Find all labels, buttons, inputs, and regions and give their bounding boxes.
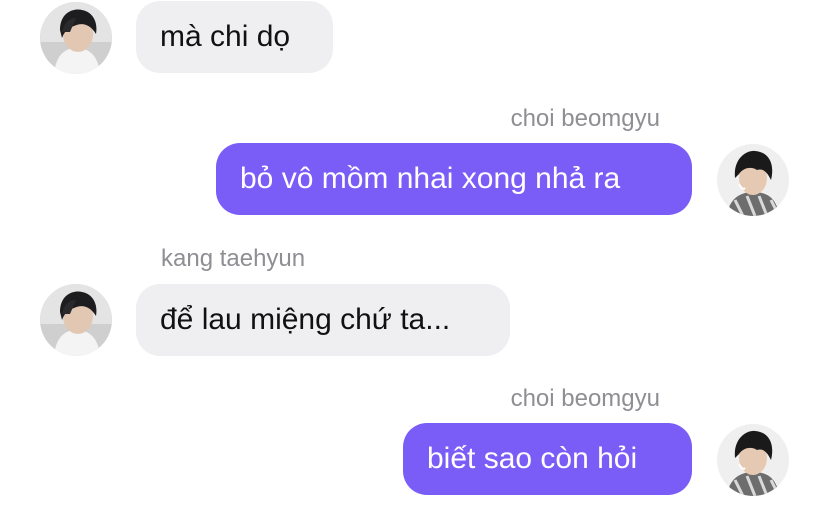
sender-name: kang taehyun xyxy=(161,245,306,272)
avatar-photo xyxy=(717,424,789,496)
avatar-photo xyxy=(40,2,112,74)
outgoing-message-bubble[interactable]: biết sao còn hỏi xyxy=(403,423,692,495)
beomgyu-avatar[interactable] xyxy=(717,424,789,496)
sender-name: choi beomgyu xyxy=(510,385,660,412)
outgoing-message-bubble[interactable]: bỏ vô mồm nhai xong nhả ra xyxy=(216,143,692,215)
avatar-photo xyxy=(717,144,789,216)
taehyun-avatar[interactable] xyxy=(40,284,112,356)
sender-name: choi beomgyu xyxy=(510,105,660,132)
beomgyu-avatar[interactable] xyxy=(717,144,789,216)
incoming-message-bubble[interactable]: mà chi dọ xyxy=(136,1,333,73)
taehyun-avatar[interactable] xyxy=(40,2,112,74)
chat-thread: mà chi dọ choi beomgyu bỏ vô mồm nhai xo… xyxy=(0,0,828,505)
incoming-message-bubble[interactable]: để lau miệng chứ ta... xyxy=(136,284,510,356)
avatar-photo xyxy=(40,284,112,356)
